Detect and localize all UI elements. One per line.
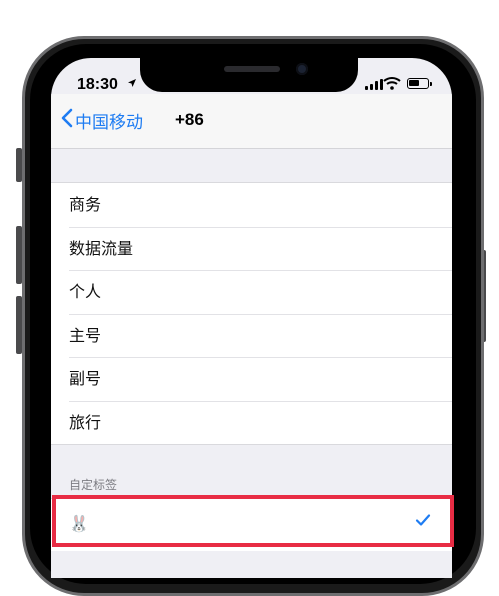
notch xyxy=(140,58,358,92)
back-button[interactable]: 中国移动 xyxy=(61,108,143,133)
highlight-annotation-box xyxy=(52,495,454,547)
status-time: 18:30 xyxy=(77,76,118,93)
list-item-travel[interactable]: 旅行 xyxy=(51,400,452,445)
list-item-secondary[interactable]: 副号 xyxy=(51,357,452,401)
list-item-data[interactable]: 数据流量 xyxy=(51,226,452,271)
label-list: 商务 数据流量 个人 主号 副号 旅行 xyxy=(51,182,452,445)
custom-label-section-header: 自定标签 xyxy=(69,478,118,492)
location-arrow-icon xyxy=(127,78,137,91)
list-item-label: 个人 xyxy=(69,282,102,301)
wifi-icon xyxy=(383,75,401,94)
list-item-label: 主号 xyxy=(69,325,102,345)
list-item-business[interactable]: 商务 xyxy=(51,183,452,227)
speaker-grille xyxy=(224,66,280,72)
navigation-bar: 中国移动 +86 xyxy=(51,94,452,149)
battery-icon xyxy=(407,78,429,89)
page-title: +86 xyxy=(175,110,204,129)
list-item-label: 数据流量 xyxy=(69,238,134,258)
chevron-left-icon xyxy=(61,108,73,133)
list-item-label: 旅行 xyxy=(69,412,102,432)
cell-signal-icon xyxy=(365,78,383,90)
list-item-label: 商务 xyxy=(69,195,102,214)
front-camera xyxy=(296,63,308,75)
list-item-primary[interactable]: 主号 xyxy=(51,313,452,358)
back-button-label: 中国移动 xyxy=(75,113,143,133)
battery-cap xyxy=(430,82,432,86)
list-item-label: 副号 xyxy=(69,369,102,388)
list-item-personal[interactable]: 个人 xyxy=(51,270,452,314)
